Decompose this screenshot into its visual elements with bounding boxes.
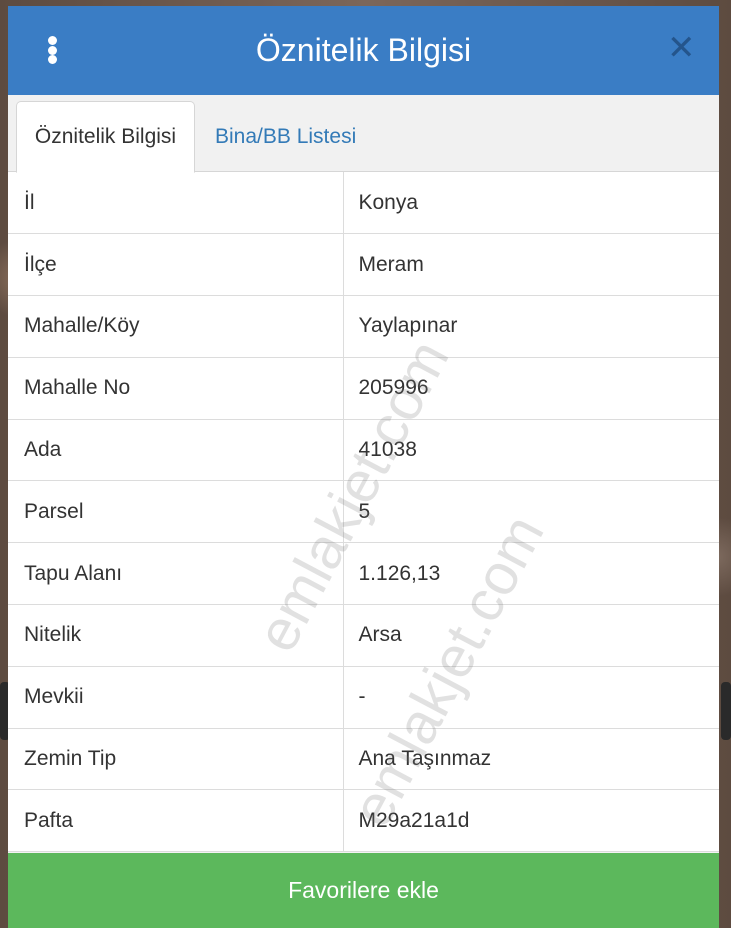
attribute-value: Ana Taşınmaz <box>343 728 719 791</box>
table-row: İl Konya <box>8 172 719 235</box>
table-row: Pafta M29a21a1d <box>8 789 719 853</box>
table-row: İlçe Meram <box>8 233 719 297</box>
attribute-value: Arsa <box>343 604 719 667</box>
tab-attribute-info[interactable]: Öznitelik Bilgisi <box>16 101 195 173</box>
tab-bar: Öznitelik Bilgisi Bina/BB Listesi <box>8 95 719 173</box>
attribute-value: 5 <box>343 480 719 544</box>
attribute-value: Yaylapınar <box>343 295 719 358</box>
attribute-key: Mahalle/Köy <box>8 295 344 358</box>
table-row: Parsel 5 <box>8 480 719 544</box>
attribute-value: 205996 <box>343 357 719 420</box>
attribute-key: Ada <box>8 419 344 482</box>
attribute-value: M29a21a1d <box>343 789 719 853</box>
attribute-key: Zemin Tip <box>8 728 344 791</box>
more-vertical-icon[interactable] <box>38 30 66 70</box>
attribute-value: Meram <box>343 233 719 297</box>
attribute-key: İl <box>8 172 344 235</box>
right-scroll-handle <box>721 682 731 740</box>
attribute-key: Mahalle No <box>8 357 344 420</box>
table-row: Nitelik Arsa <box>8 604 719 667</box>
attribute-value: 41038 <box>343 419 719 482</box>
attribute-value: Konya <box>343 172 719 235</box>
attribute-info-modal: Öznitelik Bilgisi ✕ Öznitelik Bilgisi Bi… <box>8 6 719 928</box>
add-to-favorites-button[interactable]: Favorilere ekle <box>8 853 719 928</box>
close-icon[interactable]: ✕ <box>667 31 696 65</box>
modal-title: Öznitelik Bilgisi <box>255 32 472 68</box>
attribute-table: İl Konya İlçe Meram Mahalle/Köy Yaylapınar … <box>8 172 719 853</box>
attribute-key: İlçe <box>8 233 344 297</box>
modal-header: Öznitelik Bilgisi ✕ <box>8 6 719 95</box>
attribute-key: Pafta <box>8 789 344 853</box>
table-row: Mevkii - <box>8 666 719 729</box>
attribute-key: Mevkii <box>8 666 344 729</box>
attribute-key: Parsel <box>8 480 344 544</box>
attribute-key: Nitelik <box>8 604 344 667</box>
tab-building-list[interactable]: Bina/BB Listesi <box>215 101 356 173</box>
table-row: Zemin Tip Ana Taşınmaz <box>8 728 719 791</box>
attribute-value: 1.126,13 <box>343 542 719 606</box>
attribute-value: - <box>343 666 719 729</box>
table-row: Mahalle/Köy Yaylapınar <box>8 295 719 358</box>
table-row: Tapu Alanı 1.126,13 <box>8 542 719 606</box>
attribute-key: Tapu Alanı <box>8 542 344 606</box>
table-row: Ada 41038 <box>8 419 719 482</box>
table-row: Mahalle No 205996 <box>8 357 719 420</box>
